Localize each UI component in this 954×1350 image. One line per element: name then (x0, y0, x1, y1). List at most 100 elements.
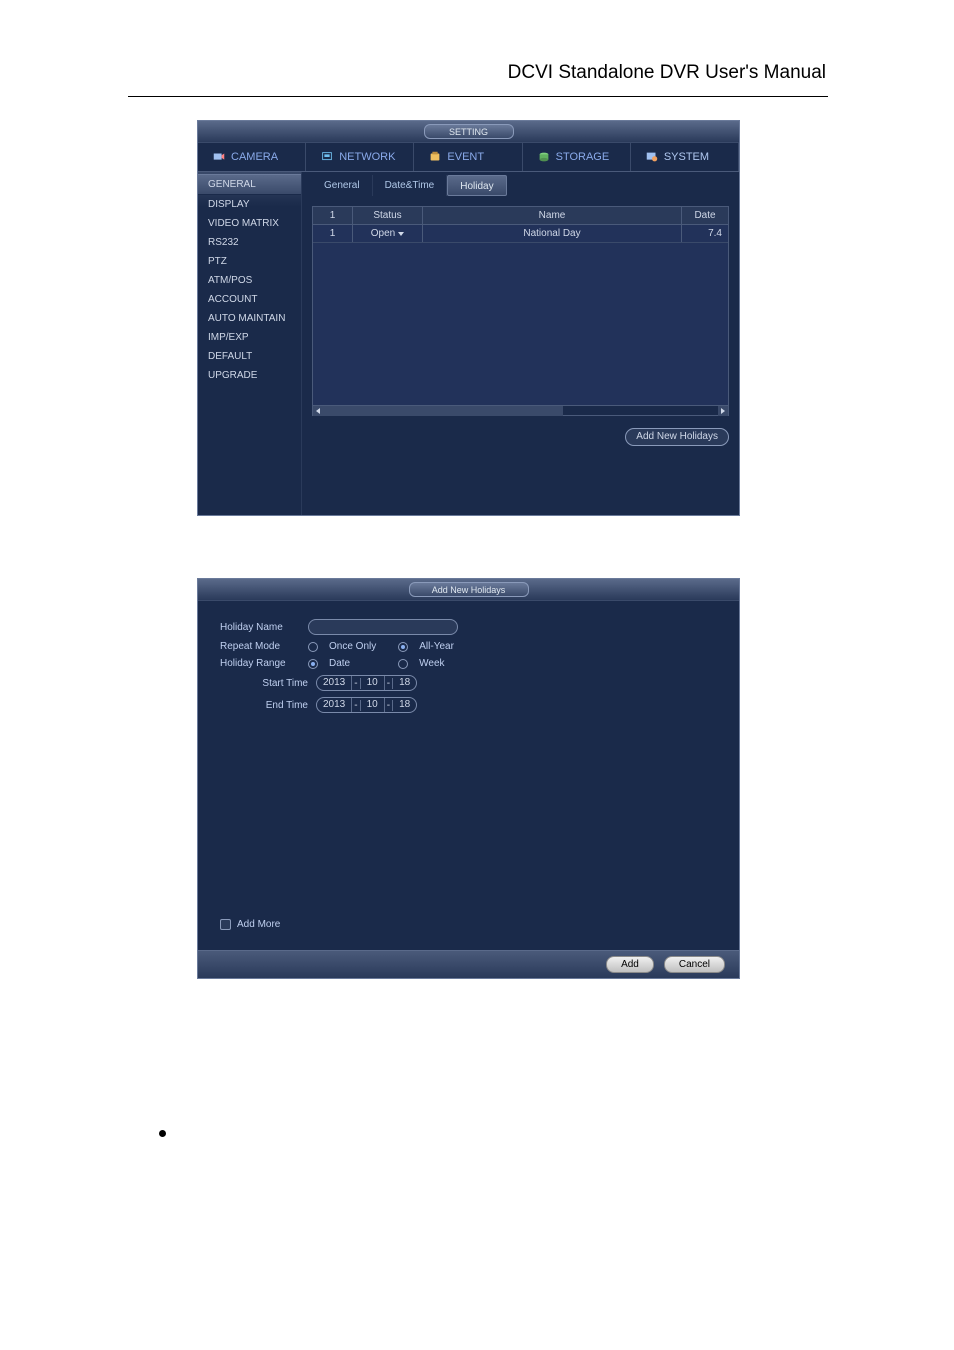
sidebar-item-videomatrix[interactable]: VIDEO MATRIX (198, 214, 301, 233)
chevron-left-icon (316, 408, 320, 414)
sidebar-item-general[interactable]: GENERAL (198, 174, 301, 195)
event-icon (428, 150, 442, 164)
tab-label: STORAGE (556, 151, 610, 163)
date-label: Date (329, 658, 350, 669)
start-time-label: Start Time (250, 678, 308, 689)
repeat-mode-label: Repeat Mode (220, 641, 300, 652)
subtab-general[interactable]: General (312, 175, 373, 196)
start-month[interactable]: 10 (361, 676, 385, 690)
bullet-point (159, 1130, 166, 1137)
cell-name: National Day (423, 225, 682, 242)
setting-window: SETTING CAMERA NETWORK EVENT STORAGE (197, 120, 740, 516)
dropdown-arrow-icon (398, 232, 404, 236)
end-day[interactable]: 18 (393, 698, 416, 712)
add-button[interactable]: Add (606, 956, 654, 973)
tab-label: NETWORK (339, 151, 395, 163)
scroll-thumb[interactable] (323, 406, 563, 416)
repeat-mode-row: Repeat Mode Once Only All-Year (220, 641, 717, 652)
week-label: Week (419, 658, 444, 669)
status-value: Open (371, 225, 395, 243)
scroll-right-button[interactable] (718, 406, 728, 416)
sidebar-item-display[interactable]: DISPLAY (198, 195, 301, 214)
sidebar-item-automaintain[interactable]: AUTO MAINTAIN (198, 309, 301, 328)
sidebar-item-upgrade[interactable]: UPGRADE (198, 366, 301, 385)
sidebar-item-account[interactable]: ACCOUNT (198, 290, 301, 309)
setting-titlebar: SETTING (198, 121, 739, 143)
end-year[interactable]: 2013 (317, 698, 352, 712)
end-date-field[interactable]: 2013 - 10 - 18 (316, 697, 417, 713)
col-name: Name (423, 207, 682, 224)
start-time-row: Start Time 2013 - 10 - 18 (220, 675, 717, 691)
holiday-range-row: Holiday Range Date Week (220, 658, 717, 669)
button-row: Add New Holidays (312, 416, 729, 446)
col-status: Status (353, 207, 423, 224)
holiday-name-label: Holiday Name (220, 622, 300, 633)
date-sep: - (385, 700, 393, 711)
add-more-label: Add More (237, 919, 280, 930)
header-rule (128, 96, 828, 97)
subtab-datetime[interactable]: Date&Time (373, 175, 448, 196)
dialog-title: Add New Holidays (409, 582, 529, 597)
add-more-checkbox[interactable] (220, 919, 231, 930)
tab-camera[interactable]: CAMERA (198, 143, 306, 171)
main-panel: General Date&Time Holiday 1 Status Name … (302, 172, 739, 515)
tab-label: EVENT (447, 151, 484, 163)
category-tabs: CAMERA NETWORK EVENT STORAGE SYSTEM (198, 143, 739, 172)
once-only-radio[interactable] (308, 642, 318, 652)
add-holidays-window: Add New Holidays Holiday Name Repeat Mod… (197, 578, 740, 979)
cell-date: 7.4 (682, 225, 728, 242)
sidebar-item-default[interactable]: DEFAULT (198, 347, 301, 366)
table-header: 1 Status Name Date (313, 207, 728, 225)
date-radio[interactable] (308, 659, 318, 669)
add-more-row: Add More (220, 919, 280, 930)
sidebar-item-rs232[interactable]: RS232 (198, 233, 301, 252)
chevron-right-icon (721, 408, 725, 414)
holiday-table: 1 Status Name Date 1 Open National Day 7… (312, 206, 729, 416)
week-radio[interactable] (398, 659, 408, 669)
sidebar: GENERAL DISPLAY VIDEO MATRIX RS232 PTZ A… (198, 172, 302, 515)
start-year[interactable]: 2013 (317, 676, 352, 690)
date-sep: - (352, 700, 360, 711)
end-month[interactable]: 10 (361, 698, 385, 712)
h-scrollbar[interactable] (313, 405, 728, 415)
document-header: DCVI Standalone DVR User's Manual (508, 62, 826, 84)
scroll-left-button[interactable] (313, 406, 323, 416)
end-time-label: End Time (250, 700, 308, 711)
date-sep: - (385, 678, 393, 689)
holiday-name-input[interactable] (308, 619, 458, 635)
tab-storage[interactable]: STORAGE (523, 143, 631, 171)
network-icon (320, 150, 334, 164)
all-year-radio[interactable] (398, 642, 408, 652)
sidebar-item-impexp[interactable]: IMP/EXP (198, 328, 301, 347)
cell-num: 1 (313, 225, 353, 242)
col-date: Date (682, 207, 728, 224)
add-new-holidays-button[interactable]: Add New Holidays (625, 428, 729, 446)
table-row[interactable]: 1 Open National Day 7.4 (313, 225, 728, 243)
holiday-name-row: Holiday Name (220, 619, 717, 635)
all-year-label: All-Year (419, 641, 454, 652)
cell-status-dropdown[interactable]: Open (353, 225, 423, 242)
storage-icon (537, 150, 551, 164)
sidebar-item-ptz[interactable]: PTZ (198, 252, 301, 271)
tab-label: CAMERA (231, 151, 278, 163)
start-date-field[interactable]: 2013 - 10 - 18 (316, 675, 417, 691)
dialog-footer: Add Cancel (198, 950, 739, 978)
subtab-holiday[interactable]: Holiday (447, 175, 506, 196)
setting-body: GENERAL DISPLAY VIDEO MATRIX RS232 PTZ A… (198, 172, 739, 515)
date-sep: - (352, 678, 360, 689)
sidebar-item-atmpos[interactable]: ATM/POS (198, 271, 301, 290)
col-num: 1 (313, 207, 353, 224)
camera-icon (212, 150, 226, 164)
tab-event[interactable]: EVENT (414, 143, 522, 171)
once-only-label: Once Only (329, 641, 376, 652)
tab-network[interactable]: NETWORK (306, 143, 414, 171)
window-title: SETTING (424, 124, 514, 139)
dialog-titlebar: Add New Holidays (198, 579, 739, 601)
dialog-body: Holiday Name Repeat Mode Once Only All-Y… (198, 601, 739, 950)
tab-system[interactable]: SYSTEM (631, 143, 739, 171)
end-time-row: End Time 2013 - 10 - 18 (220, 697, 717, 713)
scroll-track[interactable] (323, 406, 718, 415)
start-day[interactable]: 18 (393, 676, 416, 690)
cancel-button[interactable]: Cancel (664, 956, 725, 973)
holiday-range-label: Holiday Range (220, 658, 300, 669)
